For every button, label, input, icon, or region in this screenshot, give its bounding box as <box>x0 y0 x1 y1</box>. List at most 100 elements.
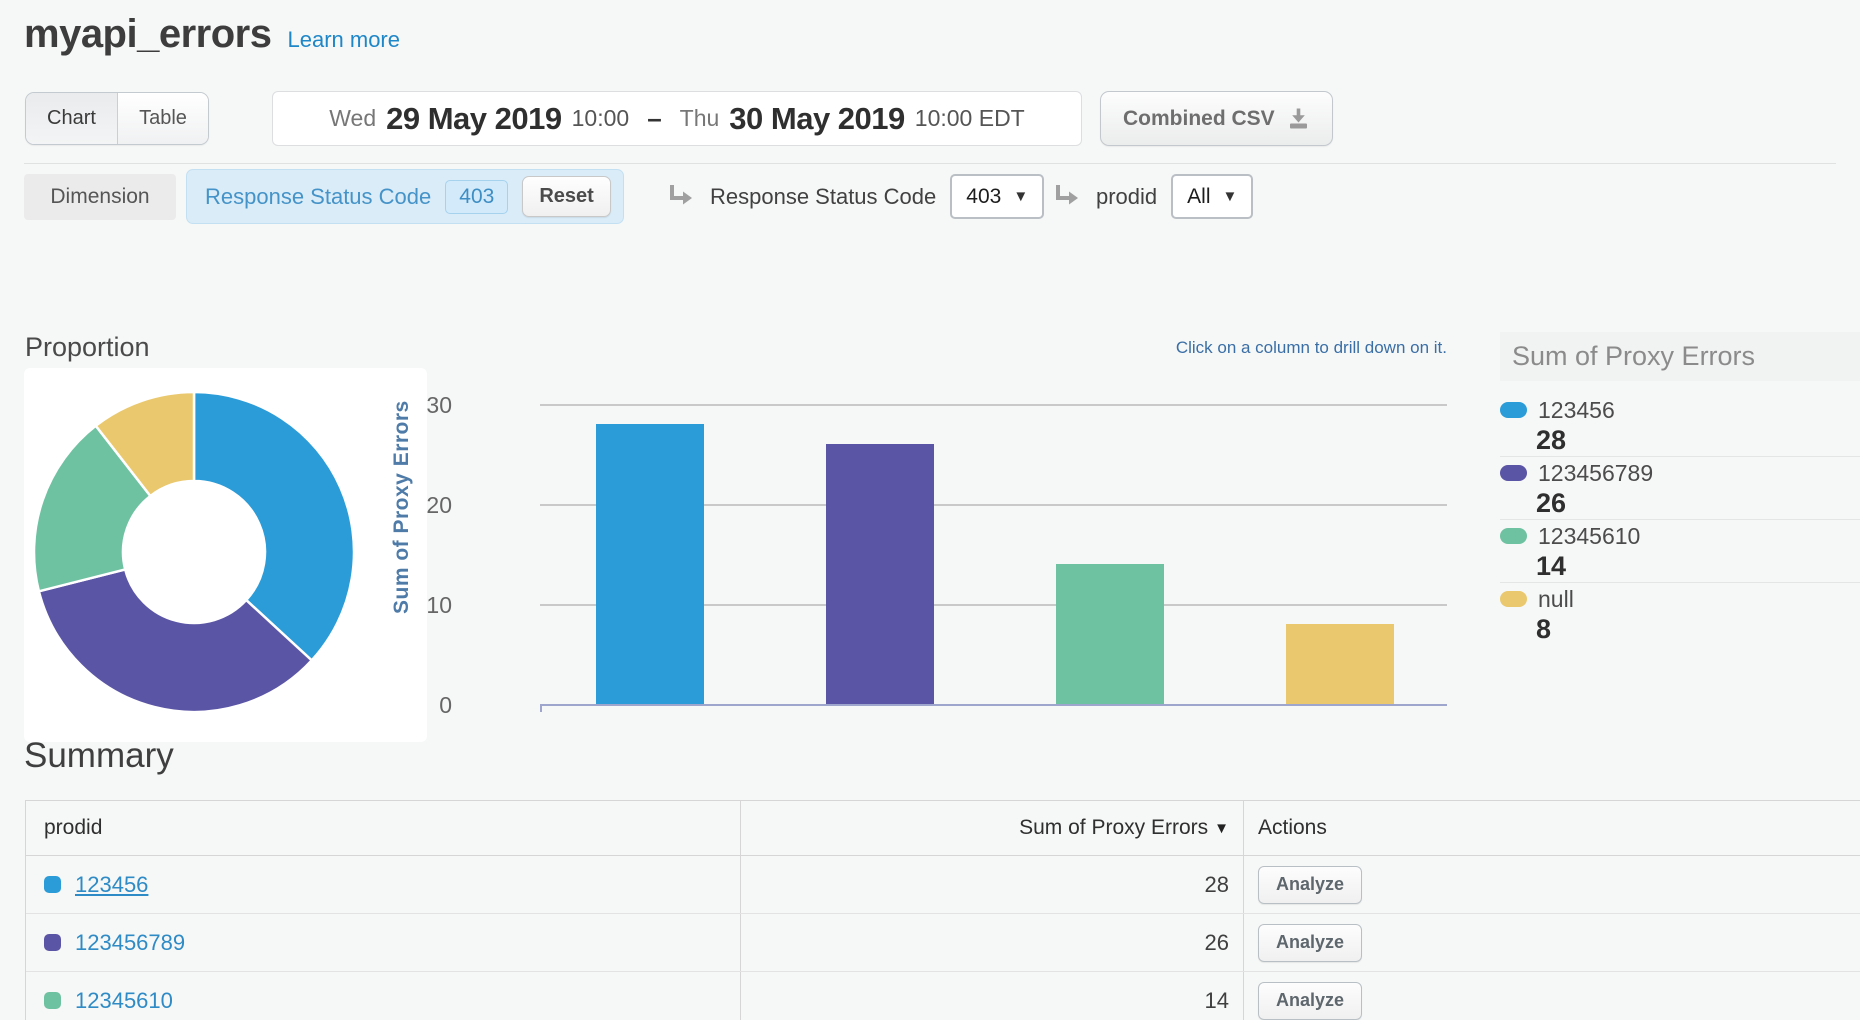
legend-items: 12345628123456789261234561014null8 <box>1500 394 1860 646</box>
sort-descending-icon: ▼ <box>1214 820 1229 837</box>
start-day: Wed <box>329 105 376 132</box>
active-filter-pill: Response Status Code 403 Reset <box>186 169 624 224</box>
bar-123456789[interactable] <box>826 444 934 704</box>
drilldown-prodid-select[interactable]: All ▼ <box>1171 174 1253 219</box>
legend-value: 28 <box>1536 424 1860 456</box>
legend-swatch-icon <box>1500 465 1527 481</box>
learn-more-link[interactable]: Learn more <box>287 27 400 53</box>
prodid-cell: 12345610 <box>26 972 741 1020</box>
legend-value: 14 <box>1536 550 1860 582</box>
legend-label: 123456789 <box>1538 460 1653 487</box>
drilldown-status-code-label: Response Status Code <box>710 184 936 210</box>
y-tick-label-30: 30 <box>412 392 452 419</box>
date-range-dash: – <box>647 103 661 134</box>
combined-csv-label: Combined CSV <box>1123 107 1275 131</box>
bar-123456[interactable] <box>596 424 704 704</box>
sum-value: 14 <box>1205 988 1229 1014</box>
series-swatch-icon <box>44 992 61 1009</box>
legend-swatch-icon <box>1500 591 1527 607</box>
analyze-button[interactable]: Analyze <box>1258 982 1362 1020</box>
tab-table[interactable]: Table <box>117 93 208 144</box>
drilldown-hint: Click on a column to drill down on it. <box>947 338 1447 358</box>
legend-label: 12345610 <box>1538 523 1640 550</box>
analyze-button[interactable]: Analyze <box>1258 866 1362 904</box>
x-axis-line <box>540 704 1447 706</box>
legend-item-row: null <box>1500 585 1860 613</box>
start-date: 29 May 2019 <box>386 101 561 137</box>
y-axis-title: Sum of Proxy Errors <box>390 430 414 614</box>
proportion-donut-chart <box>24 368 427 742</box>
prodid-link[interactable]: 12345610 <box>75 988 173 1014</box>
y-tick-label-10: 10 <box>412 592 452 619</box>
drilldown-status-code-select[interactable]: 403 ▼ <box>950 174 1044 219</box>
drilldown-status-code: Response Status Code 403 ▼ <box>666 169 1044 224</box>
end-date: 30 May 2019 <box>729 101 904 137</box>
prodid-cell: 123456 <box>26 856 741 913</box>
legend-label: 123456 <box>1538 397 1615 424</box>
legend-item-row: 123456789 <box>1500 459 1860 487</box>
chevron-down-icon: ▼ <box>1223 188 1238 205</box>
summary-table-body: 123456 28 Analyze 123456789 26 Analyze 1234561… <box>26 856 1860 1020</box>
table-row-123456: 123456 28 Analyze <box>26 856 1860 914</box>
dimension-label: Dimension <box>24 174 176 220</box>
analytics-dashboard: myapi_errors Learn more Chart Table Wed … <box>0 0 1860 1020</box>
chevron-down-icon: ▼ <box>1013 188 1028 205</box>
toolbar-separator <box>24 163 1836 164</box>
sum-value: 26 <box>1205 930 1229 956</box>
y-tick-label-0: 0 <box>412 692 452 719</box>
active-filter-name: Response Status Code <box>205 184 431 210</box>
prodid-cell: 123456789 <box>26 914 741 971</box>
legend-swatch-icon <box>1500 528 1527 544</box>
column-header-actions: Actions <box>1258 816 1327 840</box>
analyze-button[interactable]: Analyze <box>1258 924 1362 962</box>
legend-item-123456[interactable]: 12345628 <box>1500 394 1860 457</box>
reset-button[interactable]: Reset <box>522 176 610 217</box>
value-cell: 14 <box>741 972 1244 1020</box>
drilldown-prodid-label: prodid <box>1096 184 1157 210</box>
legend-title: Sum of Proxy Errors <box>1500 332 1860 381</box>
chart-legend: Sum of Proxy Errors 12345628123456789261… <box>1500 332 1860 646</box>
prodid-link[interactable]: 123456789 <box>75 930 185 956</box>
page-title: myapi_errors <box>24 12 271 57</box>
bar-12345610[interactable] <box>1056 564 1164 704</box>
summary-heading: Summary <box>24 736 174 776</box>
legend-label: null <box>1538 586 1574 613</box>
active-filter-value-badge: 403 <box>445 180 508 214</box>
summary-table-header: prodid Sum of Proxy Errors ▼ Actions <box>26 801 1860 856</box>
column-header-sum[interactable]: Sum of Proxy Errors <box>1019 816 1208 840</box>
value-cell: 28 <box>741 856 1244 913</box>
download-icon <box>1287 108 1310 129</box>
proportion-title: Proportion <box>25 332 150 363</box>
legend-value: 8 <box>1536 613 1860 645</box>
column-header-prodid[interactable]: prodid <box>44 816 102 840</box>
series-swatch-icon <box>44 876 61 893</box>
bar-null[interactable] <box>1286 624 1394 704</box>
legend-item-null[interactable]: null8 <box>1500 583 1860 646</box>
drilldown-status-code-value: 403 <box>966 185 1001 209</box>
combined-csv-button[interactable]: Combined CSV <box>1100 91 1333 146</box>
x-axis-tick <box>540 704 542 712</box>
drilldown-prodid-value: All <box>1187 185 1210 209</box>
legend-value: 26 <box>1536 487 1860 519</box>
end-day: Thu <box>680 105 720 132</box>
series-swatch-icon <box>44 934 61 951</box>
date-range-picker[interactable]: Wed 29 May 2019 10:00 – Thu 30 May 2019 … <box>272 91 1082 146</box>
actions-cell: Analyze <box>1244 914 1860 971</box>
summary-table: prodid Sum of Proxy Errors ▼ Actions 123… <box>25 800 1860 1020</box>
header: myapi_errors Learn more <box>24 12 400 57</box>
actions-cell: Analyze <box>1244 972 1860 1020</box>
prodid-link[interactable]: 123456 <box>75 872 148 898</box>
start-time: 10:00 <box>572 105 630 132</box>
sum-value: 28 <box>1205 872 1229 898</box>
table-row-123456789: 123456789 26 Analyze <box>26 914 1860 972</box>
legend-item-123456789[interactable]: 12345678926 <box>1500 457 1860 520</box>
legend-swatch-icon <box>1500 402 1527 418</box>
tab-chart[interactable]: Chart <box>26 93 117 144</box>
gridline-30 <box>540 404 1447 406</box>
legend-item-row: 12345610 <box>1500 522 1860 550</box>
actions-cell: Analyze <box>1244 856 1860 913</box>
value-cell: 26 <box>741 914 1244 971</box>
legend-item-12345610[interactable]: 1234561014 <box>1500 520 1860 583</box>
y-tick-label-20: 20 <box>412 492 452 519</box>
drilldown-prodid: prodid All ▼ <box>1052 169 1253 224</box>
